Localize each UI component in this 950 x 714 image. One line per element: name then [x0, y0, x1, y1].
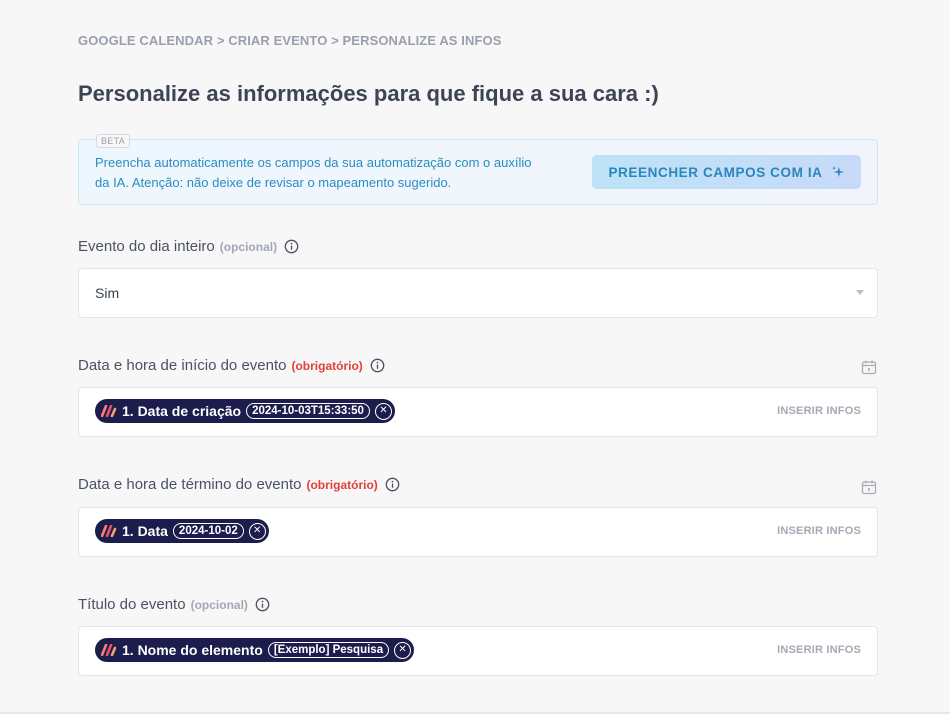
variable-chip[interactable]: 1. Nome do elemento [Exemplo] Pesquisa ✕ [95, 638, 415, 662]
optional-tag: (opcional) [190, 597, 248, 612]
app-logo-icon [101, 405, 117, 417]
chip-label: 1. Data de criação [122, 403, 242, 419]
chip-label: 1. Data [122, 523, 168, 539]
breadcrumb: GOOGLE CALENDAR > CRIAR EVENTO > PERSONA… [78, 33, 502, 48]
end-datetime-field[interactable]: 1. Data 2024-10-02 ✕ INSERIR INFOS [78, 507, 878, 557]
field-label-text: Data e hora de início do evento [78, 357, 287, 374]
fill-with-ai-button[interactable]: PREENCHER CAMPOS COM IA [592, 155, 861, 189]
field-label-all-day: Evento do dia inteiro (opcional) [78, 238, 299, 255]
chevron-down-icon [856, 290, 864, 295]
insert-info-button[interactable]: INSERIR INFOS [777, 405, 861, 417]
insert-info-button[interactable]: INSERIR INFOS [777, 525, 861, 537]
chip-value: [Exemplo] Pesquisa [267, 642, 390, 658]
app-logo-icon [101, 644, 117, 656]
optional-tag: (opcional) [219, 239, 278, 254]
info-icon[interactable] [255, 597, 270, 612]
field-label-text: Evento do dia inteiro [78, 238, 215, 255]
variable-chip[interactable]: 1. Data 2024-10-02 ✕ [95, 519, 269, 543]
field-label-text: Data e hora de término do evento [78, 476, 302, 493]
calendar-icon[interactable] [861, 359, 877, 375]
beta-badge: BETA [96, 134, 131, 148]
ai-autofill-banner: BETA Preencha automaticamente os campos … [78, 134, 878, 205]
field-label-start: Data e hora de início do evento (obrigat… [78, 357, 385, 374]
page-title: Personalize as informações para que fiqu… [78, 81, 659, 106]
chip-value: 2024-10-02 [172, 523, 244, 539]
close-icon[interactable]: ✕ [248, 522, 266, 540]
required-tag: (obrigatório) [291, 358, 363, 373]
all-day-select[interactable]: Sim [78, 268, 878, 318]
variable-chip[interactable]: 1. Data de criação 2024-10-03T15:33:50 ✕ [95, 399, 395, 423]
field-label-end: Data e hora de término do evento (obriga… [78, 476, 400, 493]
info-icon[interactable] [370, 358, 385, 373]
ai-description: Preencha automaticamente os campos da su… [95, 155, 532, 190]
info-icon[interactable] [385, 477, 400, 492]
field-label-text: Título do evento [78, 596, 186, 613]
calendar-icon[interactable] [861, 479, 877, 495]
close-icon[interactable]: ✕ [374, 402, 392, 420]
insert-info-button[interactable]: INSERIR INFOS [777, 644, 861, 656]
select-value: Sim [95, 285, 120, 301]
app-logo-icon [101, 525, 117, 537]
close-icon[interactable]: ✕ [394, 641, 412, 659]
required-tag: (obrigatório) [306, 477, 378, 492]
chip-label: 1. Nome do elemento [122, 642, 263, 658]
start-datetime-field[interactable]: 1. Data de criação 2024-10-03T15:33:50 ✕… [78, 387, 878, 437]
sparkle-icon [831, 165, 844, 178]
field-label-title: Título do evento (opcional) [78, 596, 270, 613]
event-title-field[interactable]: 1. Nome do elemento [Exemplo] Pesquisa ✕… [78, 626, 878, 676]
fill-with-ai-label: PREENCHER CAMPOS COM IA [608, 164, 823, 180]
chip-value: 2024-10-03T15:33:50 [246, 403, 370, 419]
info-icon[interactable] [284, 239, 299, 254]
